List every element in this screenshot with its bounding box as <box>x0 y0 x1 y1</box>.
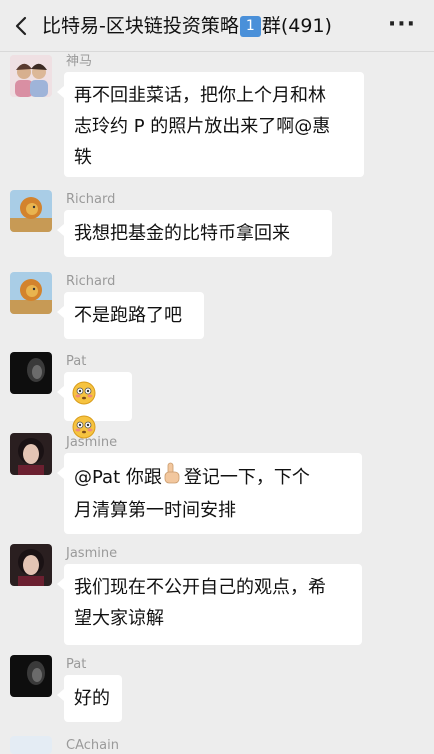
sender-name: Richard <box>66 192 116 207</box>
chevron-left-icon[interactable] <box>10 12 36 40</box>
message-bubble[interactable]: 再不回韭菜话，把你上个月和林 志玲约 P 的照片放出来了啊@惠 轶 <box>57 72 364 177</box>
chat-title-text-2: 群(491) <box>261 15 332 37</box>
sender-name: Richard <box>66 274 116 289</box>
message-text-line: @Pat 你跟 登记一下，下个 <box>74 461 352 495</box>
message-text: 我们现在不公开自己的观点，希 <box>74 577 326 598</box>
message-bubble[interactable]: 我们现在不公开自己的观点，希 望大家谅解 <box>57 564 362 645</box>
message-item: Richard 我想把基金的比特币拿回来 <box>0 190 434 262</box>
message-text: 登记一下，下个 <box>183 467 310 488</box>
pointing-finger-emoji <box>162 461 182 495</box>
sender-name: Pat <box>66 657 87 672</box>
message-item: Jasmine 我们现在不公开自己的观点，希 望大家谅解 <box>0 544 434 648</box>
message-bubble[interactable]: 我想把基金的比特币拿回来 <box>57 210 332 257</box>
sender-name: Pat <box>66 354 87 369</box>
chat-header: 比特易-区块链投资策略 1 群(491) ··· <box>0 0 434 52</box>
message-item: Richard 不是跑路了吧 <box>0 272 434 344</box>
message-text: 再不回韭菜话，把你上个月和林 <box>74 85 326 106</box>
message-text: 我想把基金的比特币拿回来 <box>74 223 290 244</box>
message-text: @Pat 你跟 <box>74 467 162 488</box>
message-item: Jasmine @Pat 你跟 登记一下，下个 月清算第一时间安排 <box>0 433 434 537</box>
flushed-face-emoji <box>72 381 96 415</box>
message-item: 神马 再不回韭菜话，把你上个月和林 志玲约 P 的照片放出来了啊@惠 轶 <box>0 52 434 180</box>
message-text: 好的 <box>74 688 110 709</box>
message-bubble[interactable]: 好的 <box>57 675 122 722</box>
avatar[interactable] <box>10 736 52 754</box>
message-text: 望大家谅解 <box>74 608 164 629</box>
avatar[interactable] <box>10 272 52 314</box>
message-bubble[interactable] <box>57 372 132 439</box>
message-text: 志玲约 P 的照片放出来了啊@惠 <box>74 116 331 137</box>
message-bubble[interactable]: 不是跑路了吧 <box>57 292 204 339</box>
message-item: CAchain <box>0 734 434 754</box>
message-item: Pat 好的 <box>0 655 434 727</box>
avatar[interactable] <box>10 190 52 232</box>
sender-name: Jasmine <box>66 435 118 450</box>
message-text: 不是跑路了吧 <box>74 305 182 326</box>
avatar[interactable] <box>10 655 52 697</box>
message-item: Pat <box>0 352 434 439</box>
message-text: 轶 <box>74 147 92 168</box>
message-text: 月清算第一时间安排 <box>74 500 236 521</box>
avatar[interactable] <box>10 433 52 475</box>
avatar[interactable] <box>10 55 52 97</box>
avatar[interactable] <box>10 352 52 394</box>
chat-title: 比特易-区块链投资策略 1 群(491) <box>42 13 332 39</box>
group-number-badge: 1 <box>239 16 261 37</box>
chat-title-text-1: 比特易-区块链投资策略 <box>42 15 239 37</box>
avatar[interactable] <box>10 544 52 586</box>
more-options-button[interactable]: ··· <box>388 12 416 37</box>
sender-name: Jasmine <box>66 546 118 561</box>
sender-name: CAchain <box>66 738 119 753</box>
sender-name: 神马 <box>66 54 93 69</box>
message-bubble[interactable]: @Pat 你跟 登记一下，下个 月清算第一时间安排 <box>57 453 362 534</box>
